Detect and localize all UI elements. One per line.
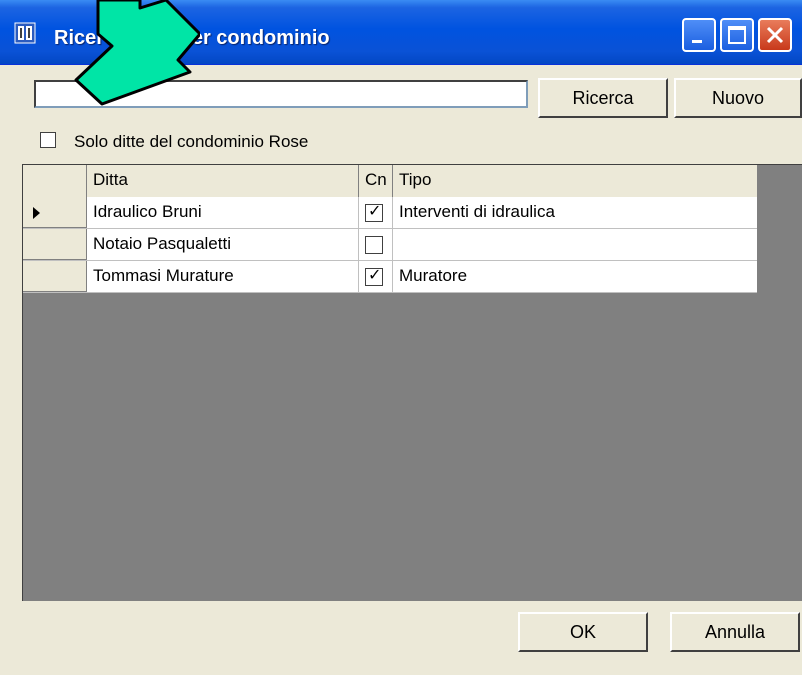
- annotation-arrow-icon: [74, 0, 200, 106]
- filter-checkbox-row[interactable]: Solo ditte del condominio Rose: [40, 131, 308, 153]
- cn-checkbox[interactable]: ✓: [365, 203, 383, 222]
- cn-checkbox[interactable]: ✓: [365, 267, 383, 286]
- maximize-icon: [728, 26, 746, 44]
- ok-button[interactable]: OK: [518, 612, 648, 652]
- cell-ditta[interactable]: Tommasi Murature: [87, 261, 359, 292]
- cell-cn[interactable]: ✓: [359, 197, 393, 228]
- cell-cn[interactable]: ✓: [359, 261, 393, 292]
- close-button[interactable]: [758, 18, 792, 52]
- current-row-arrow-icon: [33, 207, 40, 219]
- close-icon: [766, 26, 784, 44]
- column-header-ditta[interactable]: Ditta: [87, 165, 359, 197]
- dialog-window: Ricerca ditta per condominio Ricerca Nuo…: [0, 0, 802, 675]
- check-icon: ✓: [368, 203, 382, 220]
- new-button[interactable]: Nuovo: [674, 78, 802, 118]
- row-selector-header: [23, 165, 87, 197]
- cell-tipo[interactable]: [393, 229, 757, 260]
- cell-tipo[interactable]: Muratore: [393, 261, 757, 292]
- cn-checkbox[interactable]: [365, 236, 383, 254]
- table-row[interactable]: Notaio Pasqualetti: [23, 229, 757, 261]
- table-row[interactable]: Tommasi Murature ✓ Muratore: [23, 261, 757, 293]
- row-selector[interactable]: [23, 197, 87, 228]
- results-grid[interactable]: Ditta Cn Tipo Idraulico Bruni ✓ Interven…: [22, 164, 802, 601]
- minimize-button[interactable]: [682, 18, 716, 52]
- grid-header: Ditta Cn Tipo: [23, 165, 757, 198]
- cell-tipo[interactable]: Interventi di idraulica: [393, 197, 757, 228]
- filter-checkbox-label: Solo ditte del condominio Rose: [74, 132, 309, 151]
- cancel-button[interactable]: Annulla: [670, 612, 800, 652]
- filter-checkbox[interactable]: [40, 131, 56, 148]
- maximize-button[interactable]: [720, 18, 754, 52]
- search-button[interactable]: Ricerca: [538, 78, 668, 118]
- cell-ditta[interactable]: Idraulico Bruni: [87, 197, 359, 228]
- table-row[interactable]: Idraulico Bruni ✓ Interventi di idraulic…: [23, 197, 757, 229]
- app-icon: [14, 22, 36, 44]
- cell-cn[interactable]: [359, 229, 393, 260]
- minimize-icon: [692, 40, 702, 43]
- grid-rows: Idraulico Bruni ✓ Interventi di idraulic…: [23, 197, 757, 293]
- check-icon: ✓: [368, 267, 382, 284]
- column-header-tipo[interactable]: Tipo: [393, 165, 757, 197]
- row-selector[interactable]: [23, 261, 87, 292]
- column-header-cn[interactable]: Cn: [359, 165, 393, 197]
- row-selector[interactable]: [23, 229, 87, 260]
- cell-ditta[interactable]: Notaio Pasqualetti: [87, 229, 359, 260]
